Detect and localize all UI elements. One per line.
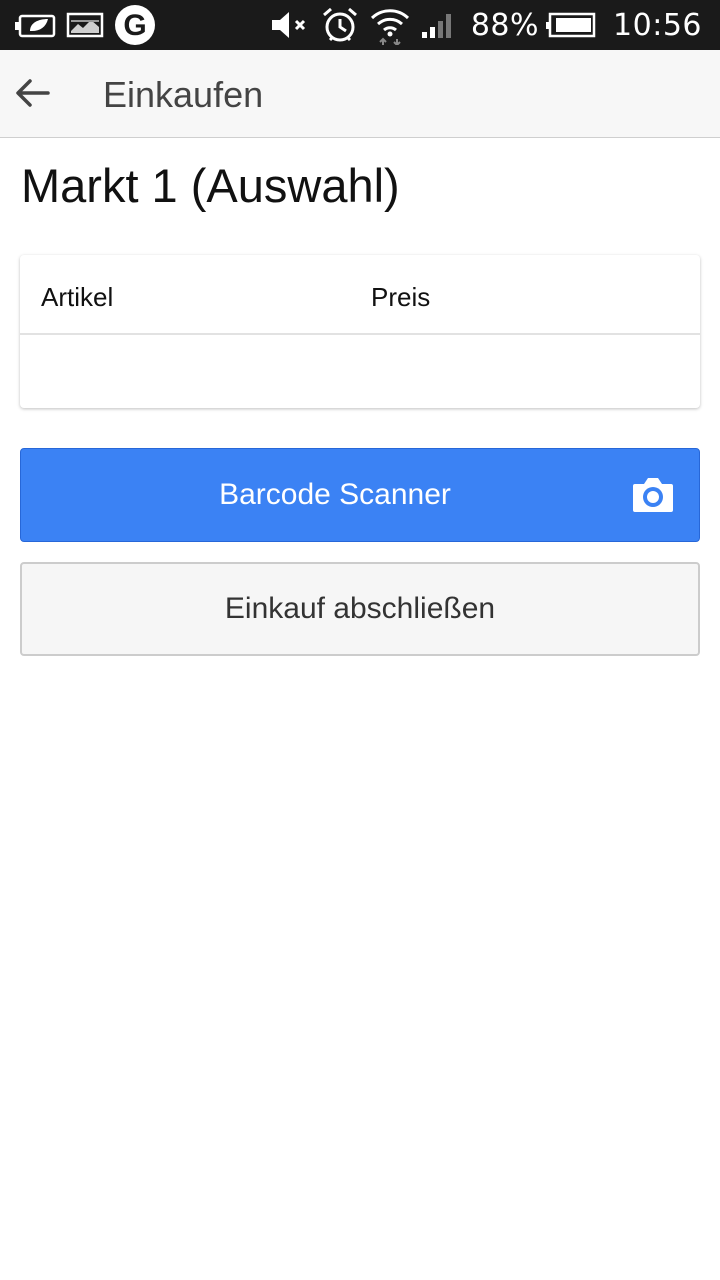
arrow-left-icon: [16, 79, 50, 107]
status-bar-right: 88% 10:56: [269, 0, 708, 50]
column-header-artikel: Artikel: [41, 282, 114, 312]
page-title: Markt 1 (Auswahl): [21, 159, 400, 212]
svg-text:G: G: [123, 9, 146, 42]
app-bar: Einkaufen: [0, 50, 720, 138]
barcode-scanner-button[interactable]: Barcode Scanner: [20, 448, 700, 542]
app-bar-title: Einkaufen: [103, 74, 264, 115]
wifi-icon: [369, 5, 411, 45]
battery-icon: [545, 11, 597, 39]
status-bar-left: G: [14, 0, 166, 50]
table-body: [20, 335, 700, 406]
status-bar: G 88% 10:56: [0, 0, 720, 50]
battery-saver-icon: [14, 11, 56, 39]
table-header: Artikel Preis: [20, 255, 700, 335]
mute-icon: [269, 9, 311, 41]
finish-purchase-label: Einkauf abschließen: [224, 592, 496, 625]
gallery-icon: [66, 11, 104, 39]
column-header-preis: Preis: [371, 282, 431, 312]
items-table: Artikel Preis: [20, 255, 700, 408]
barcode-scanner-label: Barcode Scanner: [219, 478, 451, 511]
alarm-icon: [321, 6, 359, 44]
camera-icon: [633, 478, 673, 512]
g-logo-icon: G: [114, 4, 156, 46]
clock: 10:56: [613, 7, 702, 43]
back-button[interactable]: [8, 68, 58, 118]
signal-icon: [421, 10, 455, 40]
battery-percent: 88%: [470, 7, 540, 43]
finish-purchase-button[interactable]: Einkauf abschließen: [20, 562, 700, 656]
